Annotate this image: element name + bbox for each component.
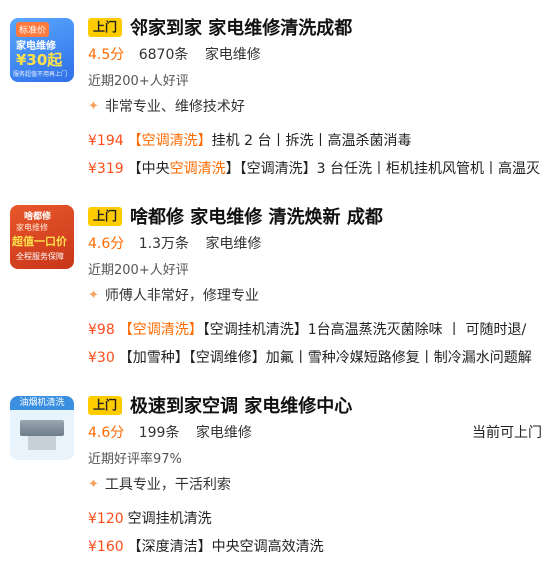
review-summary: 近期好评率97%	[88, 452, 182, 467]
rating-score: 4.6分	[88, 425, 125, 441]
thumbnail-caption: 全程服务保障	[16, 252, 64, 261]
deal-price: ¥319	[88, 161, 124, 177]
deal-item[interactable]: ¥120 空调挂机清洗	[88, 508, 212, 528]
shop-thumbnail[interactable]: 啥都修 家电维修 超值一口价 全程服务保障	[10, 205, 74, 269]
thumbnail-price: 超值一口价	[12, 235, 67, 248]
deal-description: 】【空调清洗】3 台任洗丨柜机挂机风管机丨高温灭	[225, 161, 540, 177]
review-summary: 近期200+人好评	[88, 74, 189, 89]
sparkle-icon: ✦	[88, 476, 99, 492]
deal-description: 【空调挂机清洗】1台高温蒸洗灭菌除味 丨 可随时退/	[202, 322, 527, 338]
deal-description: 【深度清洁】中央空调高效清洗	[127, 539, 324, 555]
deal-description: 【加雪种】【空调维修】加氟丨雪种冷媒短路修复丨制冷漏水问题解	[118, 350, 532, 366]
rating-score: 4.6分	[88, 236, 125, 252]
listing-card[interactable]: 油烟机清洗 上门 极速到家空调 家电维修中心 4.6分 199条 家电维修 当前…	[0, 392, 554, 557]
home-service-badge: 上门	[88, 17, 123, 37]
shop-category: 家电维修	[204, 47, 261, 63]
deal-item[interactable]: ¥30 【加雪种】【空调维修】加氟丨雪种冷媒短路修复丨制冷漏水问题解	[88, 347, 532, 367]
listing-card[interactable]: 啥都修 家电维修 超值一口价 全程服务保障 上门 啥都修 家电维修 清洗焕新 成…	[0, 203, 554, 368]
home-service-badge: 上门	[88, 206, 123, 226]
highlight-quote: 工具专业，干活利索	[104, 477, 231, 493]
deal-item[interactable]: ¥194 【空调清洗】挂机 2 台丨拆洗丨高温杀菌消毒	[88, 130, 411, 150]
deal-price: ¥194	[88, 133, 124, 149]
shop-category: 家电维修	[195, 425, 252, 441]
range-hood-image	[20, 420, 64, 436]
range-hood-image	[28, 436, 56, 450]
review-count: 199条	[138, 425, 180, 441]
thumbnail-caption: 服务超值不用再上门	[13, 71, 68, 78]
deal-item[interactable]: ¥319 【中央空调清洗】【空调清洗】3 台任洗丨柜机挂机风管机丨高温灭	[88, 158, 540, 178]
deal-price: ¥98	[88, 322, 115, 338]
deal-description: 空调挂机清洗	[127, 511, 212, 527]
thumbnail-tag: 油烟机清洗	[10, 396, 74, 410]
shop-title[interactable]: 邻家到家 家电维修清洗成都	[130, 14, 352, 40]
deal-tag: 空调清洗	[169, 161, 226, 177]
shop-title[interactable]: 极速到家空调 家电维修中心	[130, 392, 352, 418]
shop-category: 家电维修	[205, 236, 262, 252]
rating-score: 4.5分	[88, 47, 125, 63]
highlight-quote: 师傅人非常好，修理专业	[104, 288, 259, 304]
deal-price: ¥120	[88, 511, 124, 527]
listing-card[interactable]: 标准价 家电维修 ¥30起 服务超值不用再上门 上门 邻家到家 家电维修清洗成都…	[0, 14, 554, 179]
shop-thumbnail[interactable]: 标准价 家电维修 ¥30起 服务超值不用再上门	[10, 18, 74, 82]
thumbnail-tag: 啥都修	[24, 212, 52, 222]
thumbnail-tag: 标准价	[16, 22, 50, 37]
sparkle-icon: ✦	[88, 287, 99, 303]
deal-description: 挂机 2 台丨拆洗丨高温杀菌消毒	[211, 133, 412, 149]
review-count: 1.3万条	[138, 236, 189, 252]
availability-status: 当前可上门	[472, 425, 542, 441]
deal-price: ¥160	[88, 539, 124, 555]
deal-item[interactable]: ¥98 【空调清洗】【空调挂机清洗】1台高温蒸洗灭菌除味 丨 可随时退/	[88, 319, 526, 339]
review-count: 6870条	[138, 47, 189, 63]
shop-thumbnail[interactable]: 油烟机清洗	[10, 396, 74, 460]
deal-prefix: 【中央	[127, 161, 170, 177]
highlight-quote: 非常专业、维修技术好	[104, 99, 245, 115]
deal-price: ¥30	[88, 350, 115, 366]
shop-title[interactable]: 啥都修 家电维修 清洗焕新 成都	[130, 203, 383, 229]
deal-tag: 【空调清洗】	[127, 133, 212, 149]
thumbnail-price: ¥30起	[16, 51, 63, 69]
sparkle-icon: ✦	[88, 98, 99, 114]
deal-item[interactable]: ¥160 【深度清洁】中央空调高效清洗	[88, 536, 324, 556]
deal-tag: 【空调清洗】	[118, 322, 203, 338]
thumbnail-subtitle: 家电维修	[16, 223, 48, 232]
home-service-badge: 上门	[88, 395, 123, 415]
review-summary: 近期200+人好评	[88, 263, 189, 278]
